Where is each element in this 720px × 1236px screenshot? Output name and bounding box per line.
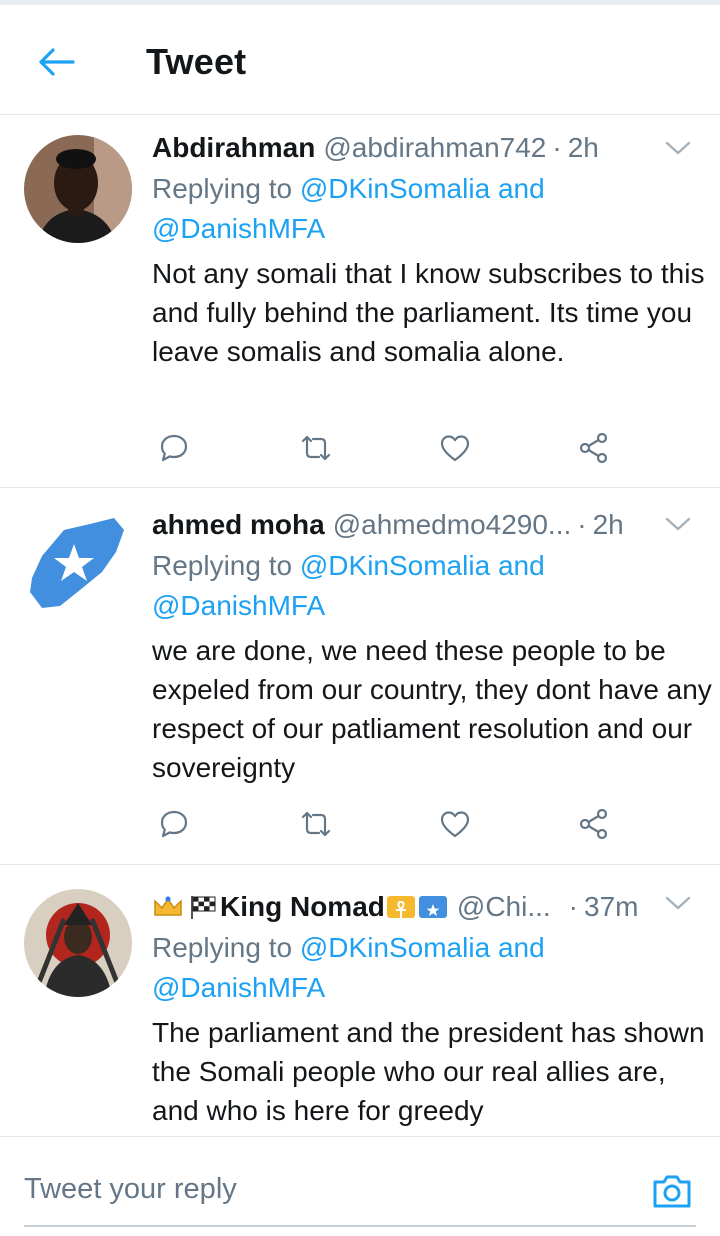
- like-button[interactable]: [433, 804, 477, 844]
- mention-link[interactable]: @DanishMFA: [152, 972, 325, 1003]
- replying-to: Replying to @DKinSomalia and @DanishMFA: [152, 928, 622, 1008]
- separator-dot: ·: [568, 891, 578, 922]
- reply-button[interactable]: [152, 428, 196, 468]
- input-underline: [24, 1225, 696, 1227]
- retweet-button[interactable]: [294, 428, 338, 468]
- tweet-text: Not any somali that I know subscribes to…: [152, 258, 705, 367]
- user-handle[interactable]: @ahmedmo4290...: [333, 509, 572, 541]
- crown-icon: [154, 896, 182, 916]
- avatar[interactable]: [24, 135, 132, 243]
- user-photo-icon: [24, 135, 132, 243]
- heart-icon: [440, 435, 470, 462]
- heart-icon: [440, 811, 470, 838]
- tweet-menu-button[interactable]: [664, 134, 692, 162]
- back-arrow-icon: [39, 48, 75, 76]
- tweet-actions: [152, 804, 632, 844]
- share-icon: [579, 432, 608, 464]
- tweet-item[interactable]: King Nomad @Chi... · 37m Replying to @DK…: [0, 865, 720, 1136]
- mention-link[interactable]: @DKinSomalia: [300, 932, 490, 963]
- reply-button[interactable]: [152, 804, 196, 844]
- tweet-time: 2h: [592, 509, 624, 540]
- retweet-icon: [301, 435, 331, 461]
- checkered-flag-icon: [191, 896, 216, 919]
- display-name[interactable]: King Nomad: [220, 891, 385, 923]
- mention-link[interactable]: @DanishMFA: [152, 590, 325, 621]
- somalia-flag-icon: [418, 896, 447, 918]
- replying-prefix: Replying to: [152, 550, 293, 581]
- tweet-header: Abdirahman @abdirahman742 · 2h: [152, 128, 660, 168]
- replying-prefix: Replying to: [152, 932, 293, 963]
- separator-dot: ·: [577, 509, 587, 540]
- chevron-down-icon: [665, 517, 691, 531]
- camera-button[interactable]: [648, 1167, 696, 1215]
- somalia-map-icon: [30, 518, 124, 608]
- top-bar: Tweet: [0, 5, 720, 115]
- reply-icon: [160, 810, 188, 838]
- tweet-text: we are done, we need these people to be …: [152, 635, 712, 783]
- tweet-menu-button[interactable]: [664, 510, 692, 538]
- replying-prefix: Replying to: [152, 173, 293, 204]
- replying-to: Replying to @DKinSomalia and @DanishMFA: [152, 546, 622, 626]
- retweet-icon: [301, 811, 331, 837]
- tweet-item[interactable]: Abdirahman @abdirahman742 · 2h Replying …: [0, 116, 720, 488]
- separator-dot: ·: [552, 132, 562, 163]
- reply-input[interactable]: [24, 1159, 624, 1219]
- share-button[interactable]: [572, 804, 616, 844]
- chevron-down-icon: [665, 896, 691, 910]
- user-handle[interactable]: @Chi...: [457, 891, 551, 923]
- mention-and[interactable]: and: [498, 550, 545, 581]
- share-button[interactable]: [572, 428, 616, 468]
- mention-link[interactable]: @DanishMFA: [152, 213, 325, 244]
- mention-link[interactable]: @DKinSomalia: [300, 550, 490, 581]
- mention-link[interactable]: @DKinSomalia: [300, 173, 490, 204]
- reply-icon: [160, 434, 188, 462]
- display-name[interactable]: ahmed moha: [152, 509, 325, 541]
- tweet-text: The parliament and the president has sho…: [152, 1017, 705, 1126]
- user-handle[interactable]: @abdirahman742: [323, 132, 546, 164]
- tweet-time: 2h: [567, 132, 599, 163]
- warrior-portrait-icon: [24, 889, 132, 997]
- page-title: Tweet: [146, 41, 247, 82]
- back-button[interactable]: [30, 40, 82, 84]
- retweet-button[interactable]: [294, 804, 338, 844]
- avatar[interactable]: [24, 889, 132, 997]
- like-button[interactable]: [433, 428, 477, 468]
- replying-to: Replying to @DKinSomalia and @DanishMFA: [152, 169, 622, 249]
- display-name[interactable]: Abdirahman: [152, 132, 315, 164]
- tweet-item[interactable]: ahmed moha @ahmedmo4290... · 2h Replying…: [0, 488, 720, 865]
- chevron-down-icon: [665, 141, 691, 155]
- camera-icon: [653, 1175, 691, 1208]
- ankh-icon: [386, 896, 415, 919]
- tweet-menu-button[interactable]: [664, 889, 692, 917]
- avatar[interactable]: [24, 506, 132, 614]
- reply-composer: [0, 1136, 720, 1236]
- tweet-time: 37m: [584, 891, 639, 922]
- tweet-header: ahmed moha @ahmedmo4290... · 2h: [152, 505, 660, 545]
- mention-and[interactable]: and: [498, 173, 545, 204]
- tweet-actions: [152, 428, 632, 468]
- share-icon: [579, 808, 608, 840]
- tweet-header: King Nomad @Chi... · 37m: [152, 887, 660, 927]
- mention-and[interactable]: and: [498, 932, 545, 963]
